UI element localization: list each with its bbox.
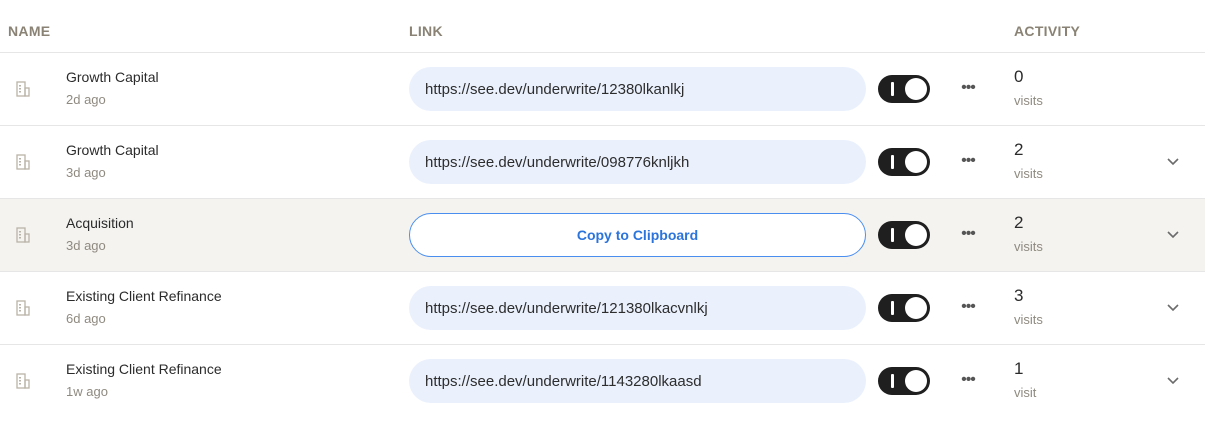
more-horizontal-icon[interactable]: ••• bbox=[956, 78, 980, 98]
chevron-down-icon[interactable] bbox=[1165, 228, 1181, 240]
visit-unit: visits bbox=[1014, 93, 1043, 108]
building-icon bbox=[16, 81, 30, 97]
building-icon bbox=[16, 373, 30, 389]
copy-to-clipboard-button[interactable]: Copy to Clipboard bbox=[409, 213, 866, 257]
row-timestamp: 6d ago bbox=[66, 311, 106, 326]
visit-unit: visit bbox=[1014, 385, 1037, 400]
table-row[interactable]: Growth Capital 2d ago https://see.dev/un… bbox=[0, 53, 1205, 126]
visit-count: 3 bbox=[1014, 286, 1024, 305]
visit-count: 2 bbox=[1014, 140, 1024, 159]
link-active-toggle[interactable] bbox=[878, 75, 930, 103]
link-active-toggle[interactable] bbox=[878, 148, 930, 176]
row-name: Existing Client Refinance bbox=[66, 288, 222, 304]
visit-unit: visits bbox=[1014, 312, 1043, 327]
share-link-field[interactable]: https://see.dev/underwrite/098776knljkh bbox=[409, 140, 866, 184]
building-icon bbox=[16, 154, 30, 170]
link-active-toggle[interactable] bbox=[878, 221, 930, 249]
visit-unit: visits bbox=[1014, 239, 1043, 254]
table-header: NAME LINK ACTIVITY bbox=[0, 0, 1205, 53]
chevron-down-icon[interactable] bbox=[1165, 301, 1181, 313]
share-link-field[interactable]: https://see.dev/underwrite/121380lkacvnl… bbox=[409, 286, 866, 330]
more-horizontal-icon[interactable]: ••• bbox=[956, 151, 980, 171]
table-row[interactable]: Existing Client Refinance 6d ago https:/… bbox=[0, 272, 1205, 345]
row-name: Growth Capital bbox=[66, 69, 159, 85]
building-icon bbox=[16, 227, 30, 243]
table-row[interactable]: Existing Client Refinance 1w ago https:/… bbox=[0, 345, 1205, 417]
visit-count: 0 bbox=[1014, 67, 1024, 86]
visit-count: 2 bbox=[1014, 213, 1024, 232]
chevron-down-icon[interactable] bbox=[1165, 155, 1181, 167]
more-horizontal-icon[interactable]: ••• bbox=[956, 297, 980, 317]
share-link-field[interactable]: https://see.dev/underwrite/12380lkanlkj bbox=[409, 67, 866, 111]
more-horizontal-icon[interactable]: ••• bbox=[956, 224, 980, 244]
more-horizontal-icon[interactable]: ••• bbox=[956, 370, 980, 390]
row-timestamp: 3d ago bbox=[66, 165, 106, 180]
link-active-toggle[interactable] bbox=[878, 294, 930, 322]
column-header-name: NAME bbox=[8, 23, 51, 39]
row-timestamp: 1w ago bbox=[66, 384, 108, 399]
row-timestamp: 3d ago bbox=[66, 238, 106, 253]
chevron-down-icon[interactable] bbox=[1165, 374, 1181, 386]
column-header-activity: ACTIVITY bbox=[1014, 23, 1081, 39]
share-link-field[interactable]: https://see.dev/underwrite/1143280lkaasd bbox=[409, 359, 866, 403]
building-icon bbox=[16, 300, 30, 316]
row-name: Acquisition bbox=[66, 215, 134, 231]
table-row[interactable]: Acquisition 3d ago Copy to Clipboard •••… bbox=[0, 199, 1205, 272]
column-header-link: LINK bbox=[409, 23, 443, 39]
row-name: Growth Capital bbox=[66, 142, 159, 158]
table-row[interactable]: Growth Capital 3d ago https://see.dev/un… bbox=[0, 126, 1205, 199]
visit-unit: visits bbox=[1014, 166, 1043, 181]
link-active-toggle[interactable] bbox=[878, 367, 930, 395]
row-name: Existing Client Refinance bbox=[66, 361, 222, 377]
visit-count: 1 bbox=[1014, 359, 1024, 378]
row-timestamp: 2d ago bbox=[66, 92, 106, 107]
